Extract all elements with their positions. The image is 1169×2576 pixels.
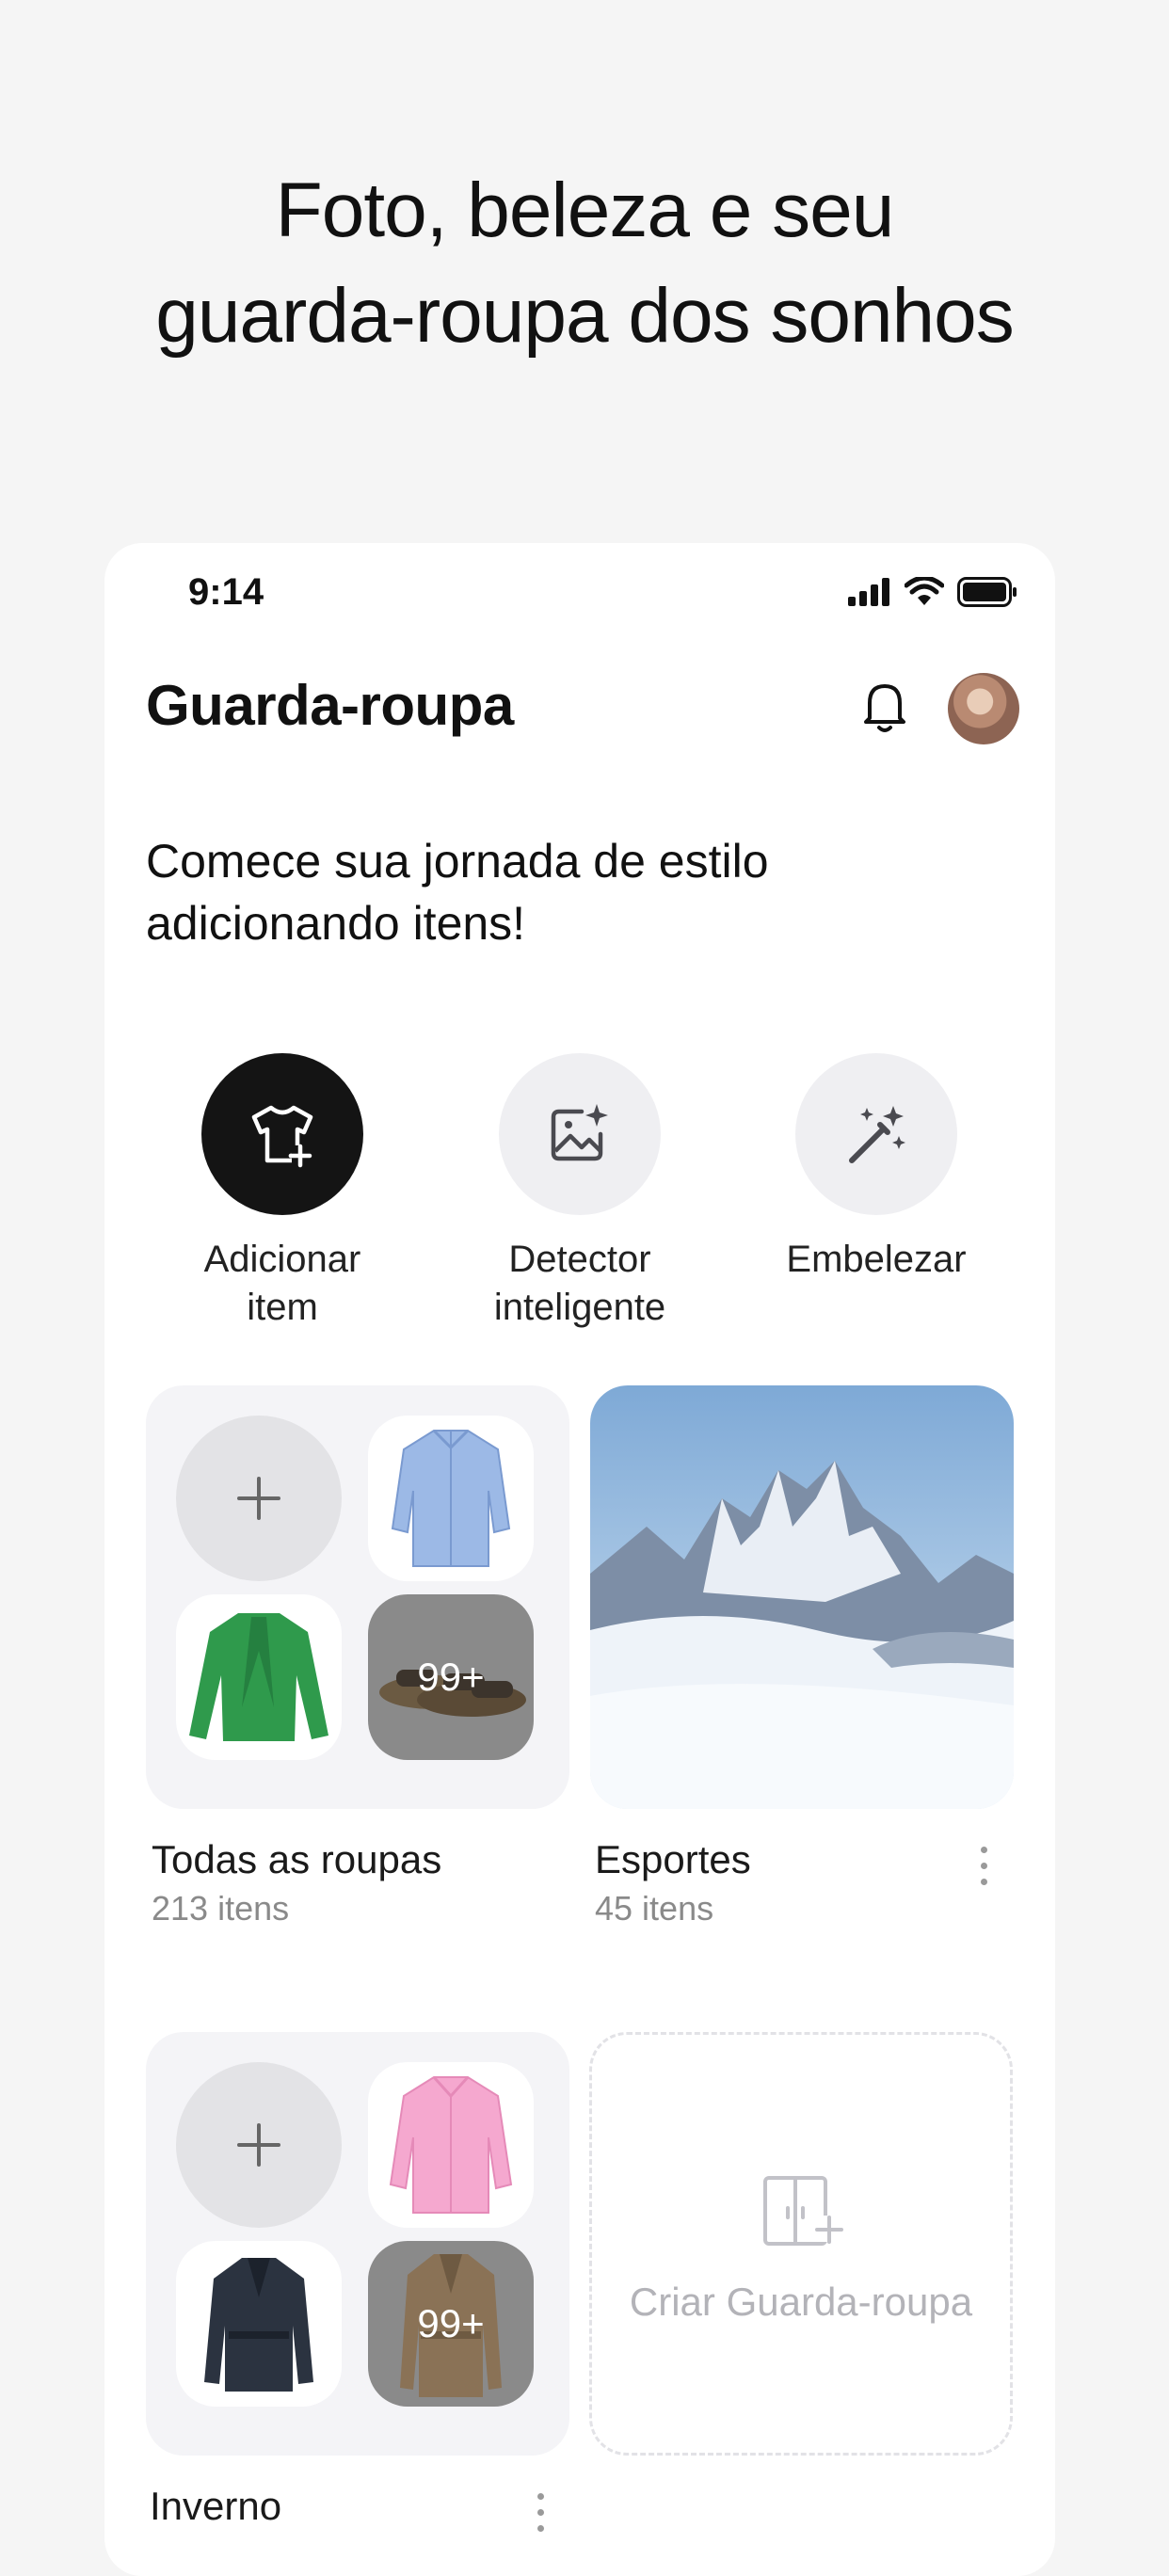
plus-icon (237, 1477, 280, 1520)
intro-text: Comece sua jornada de estilo adicionando… (146, 830, 993, 954)
more-count: 99+ (417, 1655, 485, 1699)
beautify-button[interactable]: Embelezar (735, 1053, 1017, 1284)
item-thumb-navy-coat[interactable] (176, 2241, 342, 2407)
item-thumb-more-winter[interactable]: 99+ (368, 2241, 534, 2407)
marketing-headline: Foto, beleza e seu guarda-roupa dos sonh… (0, 158, 1169, 369)
headline-line-1: Foto, beleza e seu (275, 168, 895, 253)
beautify-label: Embelezar (735, 1236, 1017, 1284)
create-wardrobe-button[interactable]: Criar Guarda-roupa (589, 2032, 1013, 2456)
smart-detector-label: Detector inteligente (439, 1236, 721, 1332)
wardrobe-title-winter: Inverno (150, 2484, 282, 2528)
more-count-winter: 99+ (417, 2301, 485, 2345)
wardrobe-card-all-clothes[interactable]: 99+ (146, 1385, 569, 1809)
more-options-icon-winter[interactable] (536, 2493, 547, 2541)
wardrobe-card-winter[interactable]: 99+ (146, 2032, 569, 2456)
add-item-label: Adicionar item (141, 1236, 424, 1332)
wardrobe-count-sports: 45 itens (595, 1889, 714, 1928)
plus-icon (237, 2123, 280, 2167)
create-wardrobe-label: Criar Guarda-roupa (629, 2280, 973, 2324)
battery-icon (957, 577, 1017, 607)
tshirt-plus-icon (251, 1105, 313, 1168)
smart-detector-button[interactable]: Detector inteligente (439, 1053, 721, 1332)
status-icons (848, 577, 1017, 607)
item-thumb-green-blouse[interactable] (176, 1594, 342, 1760)
signal-icon (848, 578, 889, 606)
page-title: Guarda-roupa (146, 674, 514, 737)
notifications-bell-icon[interactable] (855, 675, 915, 739)
navy-coat-image (204, 2258, 313, 2392)
intro-line-2: adicionando itens! (146, 897, 526, 950)
headline-line-2: guarda-roupa dos sonhos (155, 273, 1015, 359)
wardrobe-title-sports: Esportes (595, 1837, 751, 1881)
smart-detector-label-line-2: inteligente (493, 1287, 666, 1328)
blue-shirt-image (391, 1429, 511, 1567)
smart-detector-circle[interactable] (499, 1053, 661, 1215)
wifi-icon (905, 577, 944, 605)
item-thumb-more[interactable]: 99+ (368, 1594, 534, 1760)
beautify-circle[interactable] (795, 1053, 957, 1215)
snow-mountain-image (590, 1385, 1014, 1809)
add-item-label-line-2: item (247, 1287, 318, 1328)
pink-shirt-image (389, 2075, 513, 2214)
wardrobe-plus-icon (763, 2176, 843, 2246)
add-item-button[interactable]: Adicionar item (141, 1053, 424, 1332)
smart-detector-label-line-1: Detector (508, 1239, 651, 1280)
add-to-wardrobe-button[interactable] (176, 1416, 342, 1581)
magic-wand-icon (849, 1106, 905, 1163)
more-options-icon-sports[interactable] (979, 1847, 990, 1895)
wardrobe-count-all-clothes: 213 itens (152, 1889, 290, 1928)
wardrobe-card-sports[interactable] (590, 1385, 1014, 1809)
item-thumb-blue-shirt[interactable] (368, 1416, 534, 1581)
phone-screen: 9:14 Guarda-roupa Comece sua jornada de … (104, 543, 1055, 2576)
avatar[interactable] (948, 673, 1019, 744)
beautify-label-line-1: Embelezar (786, 1239, 967, 1280)
status-time: 9:14 (188, 571, 264, 613)
green-blouse-image (189, 1613, 328, 1741)
wardrobe-title-all-clothes: Todas as roupas (152, 1837, 442, 1881)
add-item-circle[interactable] (201, 1053, 363, 1215)
intro-line-1: Comece sua jornada de estilo (146, 835, 769, 888)
add-to-winter-button[interactable] (176, 2062, 342, 2228)
add-item-label-line-1: Adicionar (203, 1239, 361, 1280)
image-sparkle-icon (551, 1104, 608, 1161)
item-thumb-pink-shirt[interactable] (368, 2062, 534, 2228)
